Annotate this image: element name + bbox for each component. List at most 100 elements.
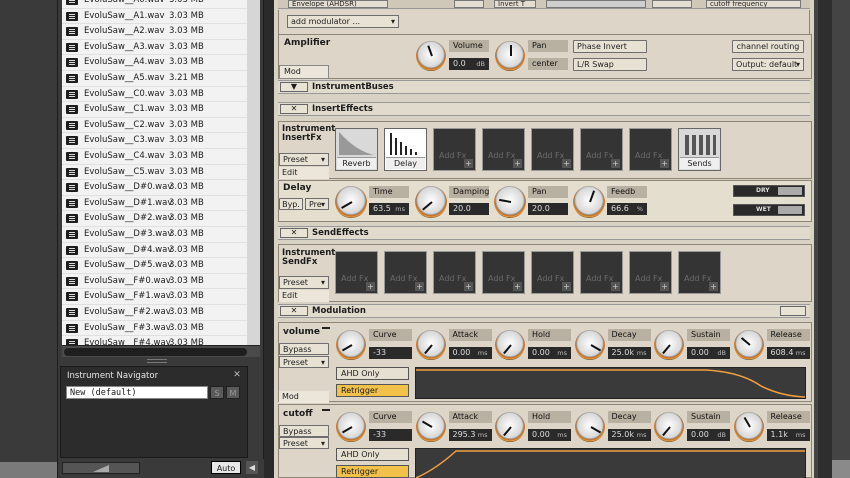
volume-hold-value[interactable]: 0.00 ms bbox=[528, 347, 571, 359]
modulation-menu-icon[interactable] bbox=[780, 306, 806, 316]
file-row[interactable]: EvoluSaw__D#4.wav 3.03 MB bbox=[62, 243, 247, 259]
close-icon[interactable]: ✕ bbox=[280, 104, 308, 114]
pan-knob[interactable] bbox=[495, 41, 525, 71]
add-fx-slot[interactable]: Add Fx + bbox=[482, 128, 525, 171]
file-row[interactable]: EvoluSaw__F#1.wav 3.03 MB bbox=[62, 289, 247, 305]
add-send-fx-slot[interactable]: Add Fx + bbox=[580, 251, 623, 294]
insert-fx-preset-dropdown[interactable]: Preset bbox=[279, 153, 329, 166]
wet-slider[interactable]: WET bbox=[733, 204, 805, 216]
close-icon[interactable]: ✕ bbox=[280, 306, 308, 316]
editor-right-rail[interactable] bbox=[818, 0, 832, 478]
file-row[interactable]: EvoluSaw__D#3.wav 3.03 MB bbox=[62, 227, 247, 243]
plus-icon[interactable]: + bbox=[464, 159, 473, 168]
add-modulator-dropdown[interactable]: add modulator ... bbox=[287, 15, 399, 28]
instrument-name-field[interactable]: New (default) bbox=[66, 386, 208, 399]
cutoff-release-value[interactable]: 1.1k ms bbox=[766, 429, 810, 441]
file-row[interactable]: EvoluSaw__D#5.wav 3.03 MB bbox=[62, 258, 247, 274]
amount-slider[interactable] bbox=[546, 0, 646, 8]
cutoff-hold-value[interactable]: 0.00 ms bbox=[528, 429, 571, 441]
add-fx-slot[interactable]: Add Fx + bbox=[580, 128, 623, 171]
file-row[interactable]: EvoluSaw__D#0.wav 3.03 MB bbox=[62, 180, 247, 196]
lr-swap-button[interactable]: L/R Swap bbox=[573, 58, 647, 71]
cutoff-preset-dropdown[interactable]: Preset bbox=[279, 437, 329, 449]
dry-slider[interactable]: DRY bbox=[733, 185, 805, 197]
file-list[interactable]: EvoluSaw__A0.wav 3.03 MB EvoluSaw__A1.wav 3… bbox=[62, 0, 247, 345]
strip-value-box[interactable] bbox=[652, 0, 692, 8]
file-row[interactable]: EvoluSaw__C3.wav 3.03 MB bbox=[62, 133, 247, 149]
plus-icon[interactable]: + bbox=[660, 159, 669, 168]
volume-sustain-knob[interactable] bbox=[654, 330, 684, 360]
volume-release-value[interactable]: 608.4 ms bbox=[766, 347, 810, 359]
damping-knob[interactable] bbox=[415, 186, 447, 218]
file-row[interactable]: EvoluSaw__C2.wav 3.03 MB bbox=[62, 118, 247, 134]
scrollbar-thumb[interactable] bbox=[64, 348, 247, 356]
add-send-fx-slot[interactable]: Add Fx + bbox=[531, 251, 574, 294]
insert-effects-header[interactable]: ✕ InsertEffects bbox=[278, 102, 810, 116]
cutoff-sustain-knob[interactable] bbox=[654, 412, 684, 442]
send-effects-header[interactable]: ✕ SendEffects bbox=[278, 226, 810, 240]
feedback-value[interactable]: 66.6% bbox=[607, 203, 647, 215]
cutoff-sustain-value[interactable]: 0.00 dB bbox=[687, 429, 730, 441]
volume-knob[interactable] bbox=[416, 41, 446, 71]
volume-mod-tab[interactable]: Mod bbox=[279, 391, 329, 403]
solo-button[interactable]: S bbox=[210, 386, 224, 399]
fx-slot-reverb[interactable]: Reverb bbox=[335, 128, 378, 171]
cutoff-envelope-graph[interactable] bbox=[415, 448, 806, 478]
ahd-only-button[interactable]: AHD Only bbox=[336, 367, 409, 380]
send-fx-edit-tab[interactable]: Edit bbox=[279, 290, 329, 302]
instrument-buses-header[interactable]: ▼ InstrumentBuses bbox=[278, 80, 810, 94]
fx-slot-sends[interactable]: Sends bbox=[678, 128, 721, 171]
file-row[interactable]: EvoluSaw__C0.wav 3.03 MB bbox=[62, 87, 247, 103]
time-value[interactable]: 63.5 ms bbox=[369, 203, 409, 215]
auto-button[interactable]: Auto bbox=[211, 461, 241, 474]
file-row[interactable]: EvoluSaw__A3.wav 3.03 MB bbox=[62, 40, 247, 56]
volume-preset-dropdown[interactable]: Preset bbox=[279, 356, 329, 368]
file-row[interactable]: EvoluSaw__A2.wav 3.03 MB bbox=[62, 24, 247, 40]
file-list-horizontal-scrollbar[interactable] bbox=[62, 345, 260, 357]
plus-icon[interactable]: + bbox=[513, 282, 522, 291]
file-row[interactable]: EvoluSaw__F#0.wav 3.03 MB bbox=[62, 274, 247, 290]
plus-icon[interactable]: + bbox=[611, 159, 620, 168]
retrigger-button[interactable]: Retrigger bbox=[336, 465, 409, 478]
volume-sustain-value[interactable]: 0.00 dB bbox=[687, 347, 730, 359]
add-fx-slot[interactable]: Add Fx + bbox=[433, 128, 476, 171]
cutoff-attack-value[interactable]: 295.3 ms bbox=[448, 429, 492, 441]
send-fx-preset-dropdown[interactable]: Preset bbox=[279, 276, 329, 289]
cutoff-bypass-button[interactable]: Bypass bbox=[279, 425, 329, 437]
file-row[interactable]: EvoluSaw__A1.wav 3.03 MB bbox=[62, 9, 247, 25]
volume-envelope-graph[interactable] bbox=[415, 367, 806, 399]
output-dropdown[interactable]: Output: default bbox=[732, 58, 804, 71]
mod-tab[interactable]: Mod bbox=[279, 65, 329, 79]
volume-attack-knob[interactable] bbox=[415, 330, 446, 360]
delay-pan-value[interactable]: 20.0 bbox=[528, 203, 568, 215]
retrigger-button[interactable]: Retrigger bbox=[336, 384, 409, 397]
file-row[interactable]: EvoluSaw__C1.wav 3.03 MB bbox=[62, 102, 247, 118]
file-row[interactable]: EvoluSaw__C4.wav 3.03 MB bbox=[62, 149, 247, 165]
bypass-button[interactable]: Byp. bbox=[279, 198, 303, 210]
volume-curve-knob[interactable] bbox=[336, 330, 366, 360]
add-send-fx-slot[interactable]: Add Fx + bbox=[678, 251, 721, 294]
mute-button[interactable]: M bbox=[226, 386, 240, 399]
add-send-fx-slot[interactable]: Add Fx + bbox=[384, 251, 427, 294]
cutoff-hold-knob[interactable] bbox=[495, 412, 525, 442]
volume-decay-knob[interactable] bbox=[574, 330, 605, 360]
envelope-menu-icon[interactable] bbox=[322, 327, 330, 335]
phase-invert-button[interactable]: Phase Invert bbox=[573, 40, 647, 53]
close-icon[interactable]: ✕ bbox=[232, 370, 242, 380]
delay-pan-knob[interactable] bbox=[494, 186, 526, 218]
plus-icon[interactable]: + bbox=[562, 159, 571, 168]
modulator-type-field[interactable]: Envelope (AHDSR) bbox=[288, 0, 388, 8]
volume-hold-knob[interactable] bbox=[495, 330, 525, 360]
time-knob[interactable] bbox=[335, 186, 367, 218]
plus-icon[interactable]: + bbox=[464, 282, 473, 291]
plus-icon[interactable]: + bbox=[513, 159, 522, 168]
file-row[interactable]: EvoluSaw__D#2.wav 3.03 MB bbox=[62, 211, 247, 227]
cutoff-release-knob[interactable] bbox=[733, 412, 764, 442]
feedback-knob[interactable] bbox=[573, 186, 605, 218]
channel-routing-button[interactable]: channel routing bbox=[732, 40, 804, 53]
pre-dropdown[interactable]: Pre bbox=[305, 198, 329, 210]
plus-icon[interactable]: + bbox=[366, 282, 375, 291]
invert-button[interactable]: Invert T bbox=[494, 0, 536, 8]
volume-attack-value[interactable]: 0.00 ms bbox=[448, 347, 492, 359]
file-row[interactable]: EvoluSaw__F#4.wav 3.03 MB bbox=[62, 336, 247, 345]
